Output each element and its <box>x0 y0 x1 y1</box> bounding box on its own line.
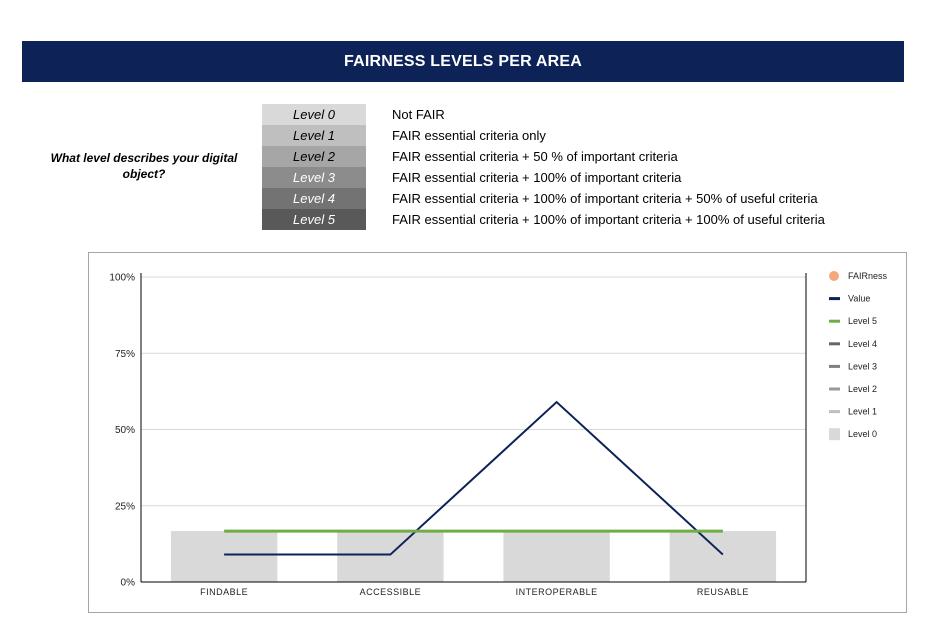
level-label: Level 4 <box>262 188 366 209</box>
legend-label: Value <box>848 294 870 304</box>
y-tick-label: 0% <box>121 578 136 589</box>
legend-marker <box>829 387 840 391</box>
level-description: FAIR essential criteria + 100% of import… <box>392 191 818 206</box>
bar-level0 <box>337 531 444 582</box>
legend-label: Level 0 <box>848 429 877 439</box>
bar-level0 <box>503 531 610 582</box>
level-label: Level 0 <box>262 104 366 125</box>
legend-marker <box>829 364 840 368</box>
level-row: Level 5 FAIR essential criteria + 100% of… <box>262 209 825 230</box>
x-tick-label: REUSABLE <box>697 587 749 597</box>
level-label: Level 1 <box>262 125 366 146</box>
level-row: Level 4 FAIR essential criteria + 100% of… <box>262 188 825 209</box>
legend-label: Level 4 <box>848 339 877 349</box>
legend-marker <box>829 342 840 346</box>
legend-label: Level 2 <box>848 384 877 394</box>
legend-marker <box>829 428 840 441</box>
x-tick-label: ACCESSIBLE <box>360 587 422 597</box>
level-row: Level 0 Not FAIR <box>262 104 825 125</box>
level-description: FAIR essential criteria + 50 % of import… <box>392 149 678 164</box>
level-description: FAIR essential criteria only <box>392 128 546 143</box>
fairness-chart: 0% 25% 50% 75% 100% FINDABLE ACCESSIBLE INTEROP… <box>88 252 907 613</box>
x-tick-label: FINDABLE <box>200 587 248 597</box>
legend-marker <box>829 271 839 281</box>
level-row: Level 2 FAIR essential criteria + 50 % of… <box>262 146 825 167</box>
level-description: FAIR essential criteria + 100% of import… <box>392 212 825 227</box>
x-tick-label: INTEROPERABLE <box>516 587 598 597</box>
level-label: Level 3 <box>262 167 366 188</box>
legend-label: Level 5 <box>848 316 877 326</box>
level-label: Level 5 <box>262 209 366 230</box>
level-description: Not FAIR <box>392 107 445 122</box>
bar-level0 <box>170 531 278 582</box>
bar-level0 <box>669 531 777 582</box>
legend-label: Level 3 <box>848 361 877 371</box>
legend-marker <box>829 297 840 301</box>
page: FAIRNESS LEVELS PER AREA What level desc… <box>0 0 937 640</box>
y-tick-label: 100% <box>109 273 135 284</box>
legend-marker <box>829 319 840 323</box>
legend-label: FAIRness <box>848 271 888 281</box>
page-title: FAIRNESS LEVELS PER AREA <box>22 41 904 82</box>
y-tick-label: 75% <box>115 349 135 360</box>
y-tick-label: 25% <box>115 501 135 512</box>
chart-svg: 0% 25% 50% 75% 100% FINDABLE ACCESSIBLE INTEROP… <box>109 271 888 597</box>
level-row: Level 1 FAIR essential criteria only <box>262 125 825 146</box>
y-tick-label: 50% <box>115 425 135 436</box>
legend-label: Level 1 <box>848 407 877 417</box>
level-description: FAIR essential criteria + 100% of import… <box>392 170 682 185</box>
level-label: Level 2 <box>262 146 366 167</box>
level-row: Level 3 FAIR essential criteria + 100% of… <box>262 167 825 188</box>
levels-table: Level 0 Not FAIR Level 1 FAIR essential cri… <box>262 104 825 230</box>
legend-marker <box>829 410 840 414</box>
question-label: What level describes your digital object… <box>50 151 238 181</box>
